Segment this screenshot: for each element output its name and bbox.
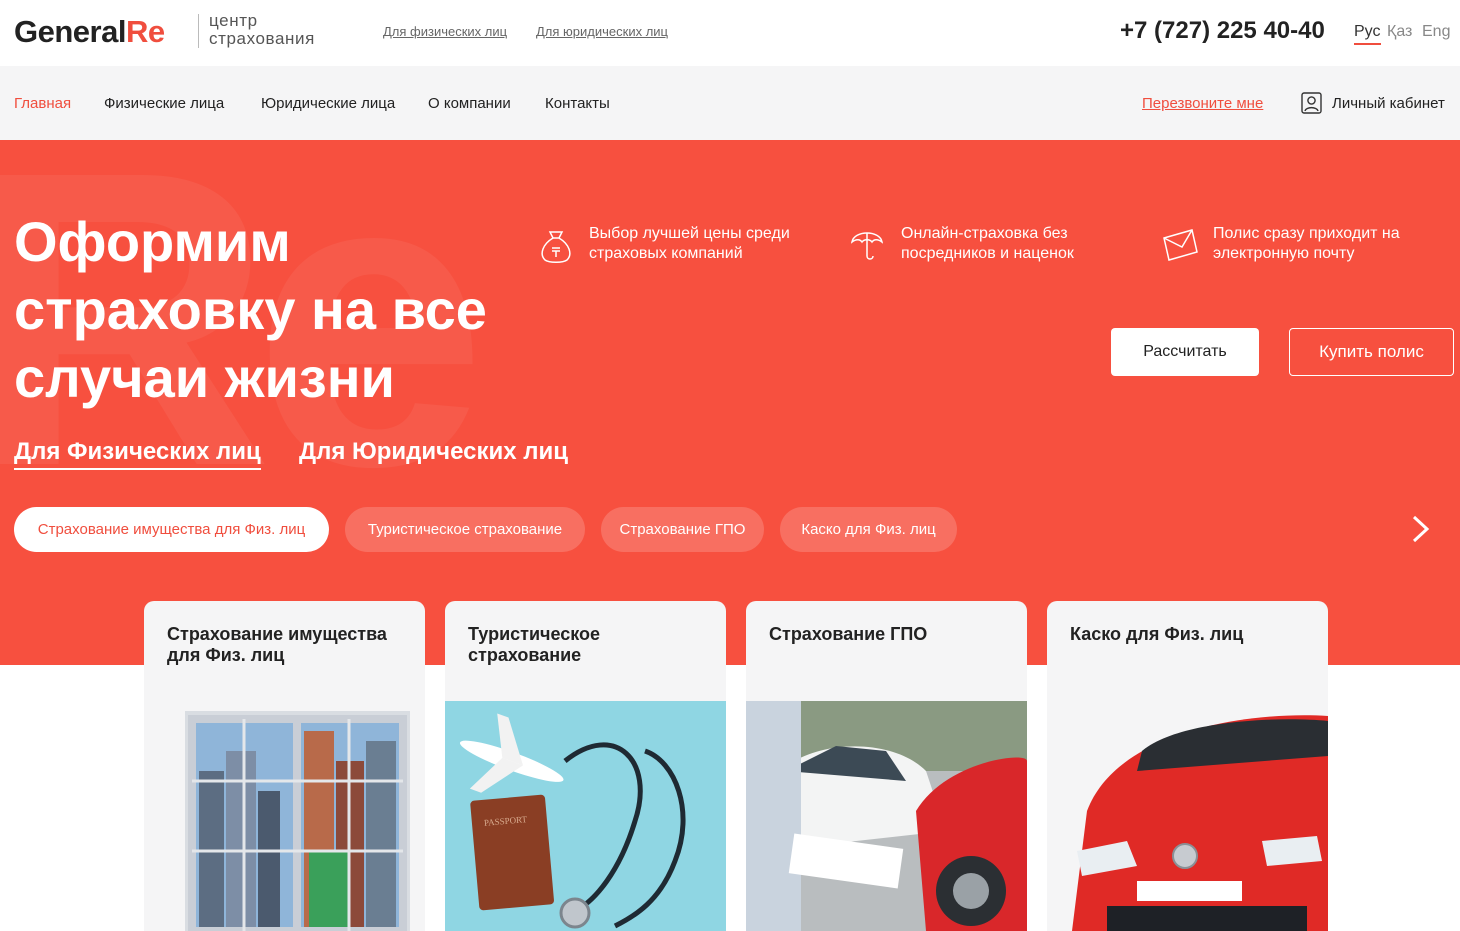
logo[interactable]: GeneralRe — [14, 14, 165, 50]
phone-number[interactable]: +7 (727) 225 40-40 — [1120, 17, 1325, 45]
callback-link[interactable]: Перезвоните мне — [1142, 95, 1263, 112]
chevron-right-icon[interactable] — [1408, 514, 1434, 544]
money-bag-icon — [541, 231, 571, 263]
logo-divider — [198, 14, 199, 48]
feature-email: Полис сразу приходит на электронную почт… — [1161, 224, 1431, 264]
product-card-travel[interactable]: Туристическое страхование PASSPORT — [445, 601, 726, 931]
envelope-icon — [1163, 229, 1198, 261]
hero-title: Оформим страховку на все случаи жизни — [14, 210, 487, 409]
cabinet-label: Личный кабинет — [1332, 94, 1445, 112]
nav-contacts[interactable]: Контакты — [545, 95, 610, 112]
logo-subtitle-line1: центр — [209, 11, 258, 30]
main-nav: Главная Физические лица Юридические лица… — [0, 66, 1460, 140]
logo-main-text: General — [14, 14, 126, 49]
lang-en[interactable]: Eng — [1422, 23, 1450, 41]
logo-subtitle: центр страхования — [209, 12, 315, 48]
personal-cabinet-link[interactable]: Личный кабинет — [1301, 92, 1445, 114]
feature-email-text: Полис сразу приходит на электронную почт… — [1213, 225, 1400, 262]
tab-legal[interactable]: Для Юридических лиц — [299, 438, 568, 466]
buy-policy-button[interactable]: Купить полис — [1289, 328, 1454, 376]
card-title: Страхование ГПО — [769, 624, 928, 644]
city-window-image — [185, 711, 410, 931]
calculate-button[interactable]: Рассчитать — [1111, 328, 1259, 376]
logo-accent-text: Re — [125, 14, 165, 49]
passport-plane-image: PASSPORT — [445, 701, 726, 931]
top-link-legal[interactable]: Для юридических лиц — [536, 24, 668, 39]
red-car-image — [1047, 701, 1328, 931]
nav-individuals[interactable]: Физические лица — [104, 95, 224, 112]
nav-legal[interactable]: Юридические лица — [261, 95, 395, 112]
card-title: Каско для Физ. лиц — [1070, 624, 1244, 644]
chip-gpo-insurance[interactable]: Страхование ГПО — [601, 507, 764, 552]
nav-home[interactable]: Главная — [14, 95, 71, 112]
lang-kz[interactable]: Қаз — [1387, 23, 1412, 41]
card-title: Страхование имущества для Физ. лиц — [167, 624, 387, 665]
umbrella-icon — [850, 232, 884, 260]
tab-individuals[interactable]: Для Физических лиц — [14, 438, 261, 470]
card-title: Туристическое страхование — [468, 624, 601, 665]
user-icon — [1301, 92, 1322, 114]
hero-section: Re Оформим страховку на все случаи жизни… — [0, 140, 1460, 665]
product-card-casco[interactable]: Каско для Физ. лиц — [1047, 601, 1328, 931]
nav-about[interactable]: О компании — [428, 95, 511, 112]
chip-casco[interactable]: Каско для Физ. лиц — [780, 507, 957, 552]
feature-online: Онлайн-страховка без посредников и нацен… — [849, 224, 1109, 264]
chip-travel-insurance[interactable]: Туристическое страхование — [345, 507, 585, 552]
car-accident-image — [746, 701, 1027, 931]
feature-best-price: Выбор лучшей цены среди страховых компан… — [537, 224, 807, 264]
logo-subtitle-line2: страхования — [209, 29, 315, 48]
feature-online-text: Онлайн-страховка без посредников и нацен… — [901, 225, 1074, 262]
product-card-gpo[interactable]: Страхование ГПО — [746, 601, 1027, 931]
chip-property-insurance[interactable]: Страхование имущества для Физ. лиц — [14, 507, 329, 552]
top-link-individuals[interactable]: Для физических лиц — [383, 24, 507, 39]
lang-ru[interactable]: Рус — [1354, 23, 1381, 45]
top-bar: GeneralRe центр страхования Для физическ… — [0, 0, 1460, 66]
product-card-property[interactable]: Страхование имущества для Физ. лиц — [144, 601, 425, 931]
feature-best-price-text: Выбор лучшей цены среди страховых компан… — [589, 225, 790, 262]
